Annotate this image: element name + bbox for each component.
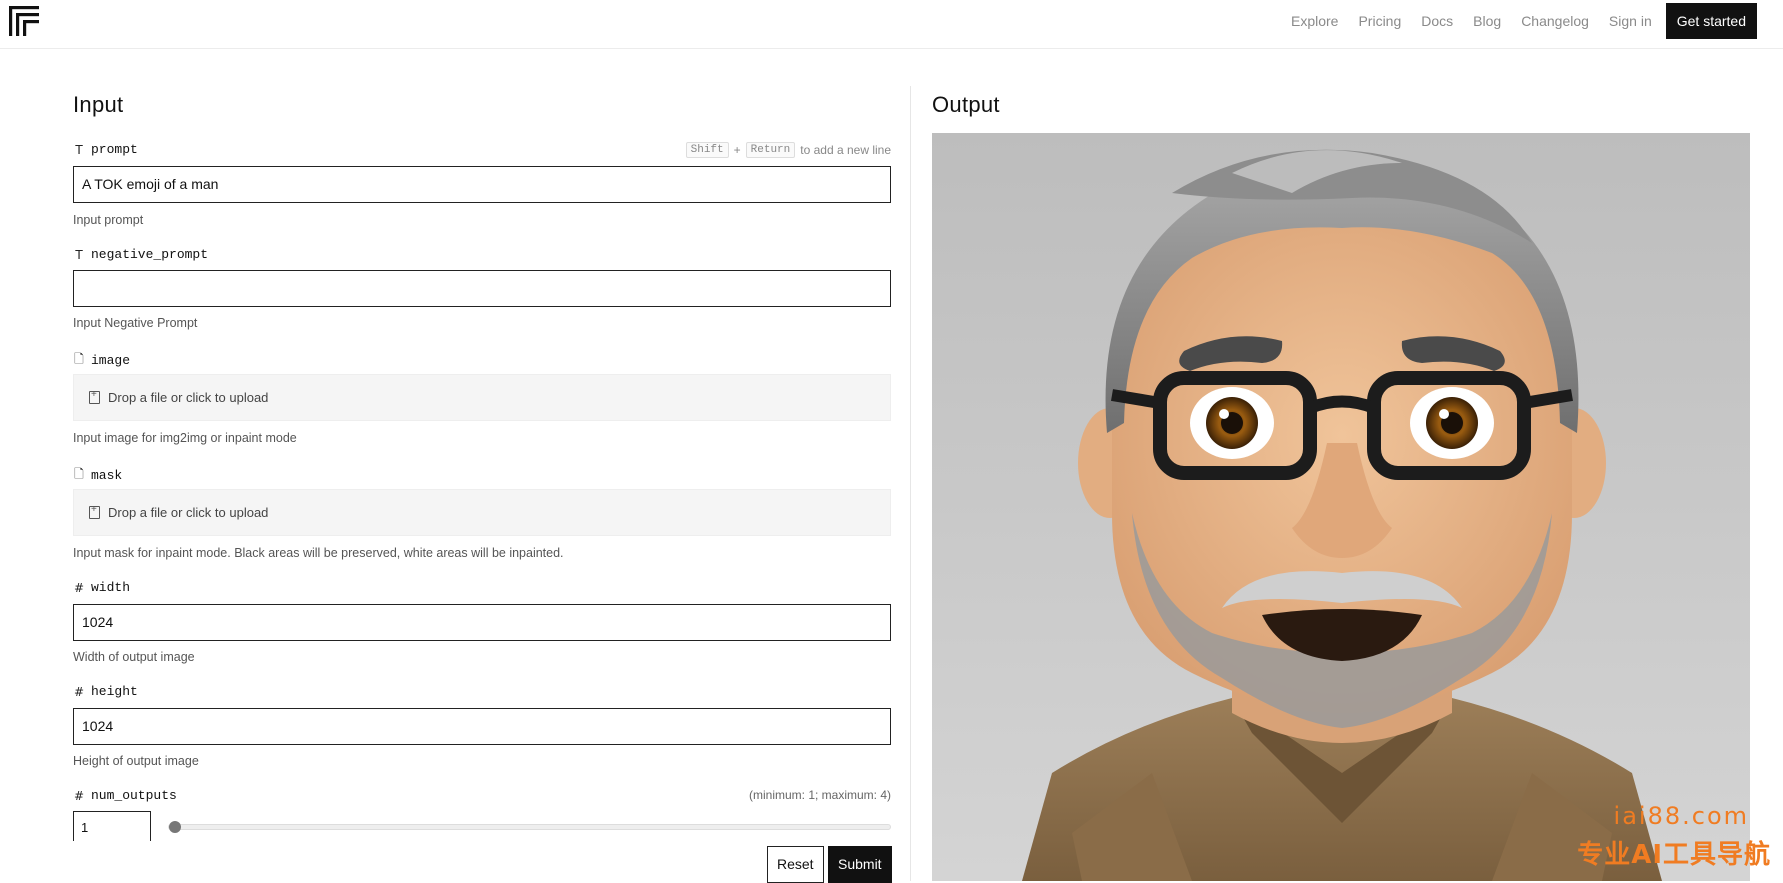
output-title: Output [932,92,1000,118]
file-icon: 🗋 [73,465,85,486]
image-label: 🗋 image [73,350,130,371]
height-description: Height of output image [73,754,199,768]
output-panel: Output [932,86,1750,881]
upload-file-icon [89,391,100,404]
num-outputs-label-text: num_outputs [91,788,177,803]
height-label-text: height [91,684,138,699]
file-icon: 🗋 [73,350,85,371]
mask-upload-dropzone[interactable]: Drop a file or click to upload [73,489,891,536]
num-outputs-label: # num_outputs [73,788,177,803]
width-label-text: width [91,580,130,595]
hint-plus: + [734,143,741,157]
height-label: # height [73,684,138,699]
num-outputs-input[interactable]: 1 [73,811,151,841]
width-description: Width of output image [73,650,195,664]
mask-description: Input mask for inpaint mode. Black areas… [73,546,564,560]
mask-upload-text: Drop a file or click to upload [108,505,268,520]
return-key: Return [746,142,796,158]
prompt-newline-hint: Shift + Return to add a new line [686,142,891,158]
prompt-label: T prompt [73,142,138,157]
height-input[interactable]: 1024 [73,708,891,745]
negative-prompt-input[interactable] [73,270,891,307]
top-nav: Explore Pricing Docs Blog Changelog Sign… [0,0,1783,49]
text-type-icon: T [73,248,85,262]
negative-prompt-description: Input Negative Prompt [73,316,197,330]
negative-prompt-label-text: negative_prompt [91,247,208,262]
mask-label: 🗋 mask [73,465,122,486]
mask-label-text: mask [91,468,122,483]
nav-explore-link[interactable]: Explore [1291,13,1338,29]
hint-text: to add a new line [800,143,891,157]
reset-button[interactable]: Reset [767,846,824,883]
width-label: # width [73,580,130,595]
input-panel: Input T prompt Shift + Return to add a n… [73,86,891,881]
output-image[interactable] [932,133,1750,881]
slider-thumb[interactable] [169,821,181,833]
nav-links: Explore Pricing Docs Blog Changelog Sign… [1271,3,1757,39]
image-description: Input image for img2img or inpaint mode [73,431,297,445]
prompt-description: Input prompt [73,213,143,227]
number-type-icon: # [73,685,85,699]
image-upload-dropzone[interactable]: Drop a file or click to upload [73,374,891,421]
input-title: Input [73,92,123,118]
nav-changelog-link[interactable]: Changelog [1521,13,1589,29]
image-upload-text: Drop a file or click to upload [108,390,268,405]
width-input[interactable]: 1024 [73,604,891,641]
num-outputs-slider[interactable] [168,824,891,830]
column-divider [910,86,911,881]
watermark-tagline: 专业AI工具导航 [1577,834,1771,871]
watermark-domain: iai88.com [1577,802,1749,830]
prompt-label-text: prompt [91,142,138,157]
image-label-text: image [91,353,130,368]
emoji-man-portrait [932,133,1750,881]
nav-sign-in-link[interactable]: Sign in [1609,13,1652,29]
shift-key: Shift [686,142,729,158]
text-type-icon: T [73,143,85,157]
nav-blog-link[interactable]: Blog [1473,13,1501,29]
number-type-icon: # [73,581,85,595]
submit-button[interactable]: Submit [828,846,892,883]
get-started-button[interactable]: Get started [1666,3,1757,39]
number-type-icon: # [73,789,85,803]
prompt-input[interactable]: A TOK emoji of a man [73,166,891,203]
num-outputs-range-hint: (minimum: 1; maximum: 4) [749,788,891,802]
negative-prompt-label: T negative_prompt [73,247,208,262]
nav-pricing-link[interactable]: Pricing [1358,13,1401,29]
nav-docs-link[interactable]: Docs [1421,13,1453,29]
upload-file-icon [89,506,100,519]
watermark: iai88.com 专业AI工具导航 [1577,802,1771,871]
replicate-logo-icon[interactable] [9,6,39,36]
